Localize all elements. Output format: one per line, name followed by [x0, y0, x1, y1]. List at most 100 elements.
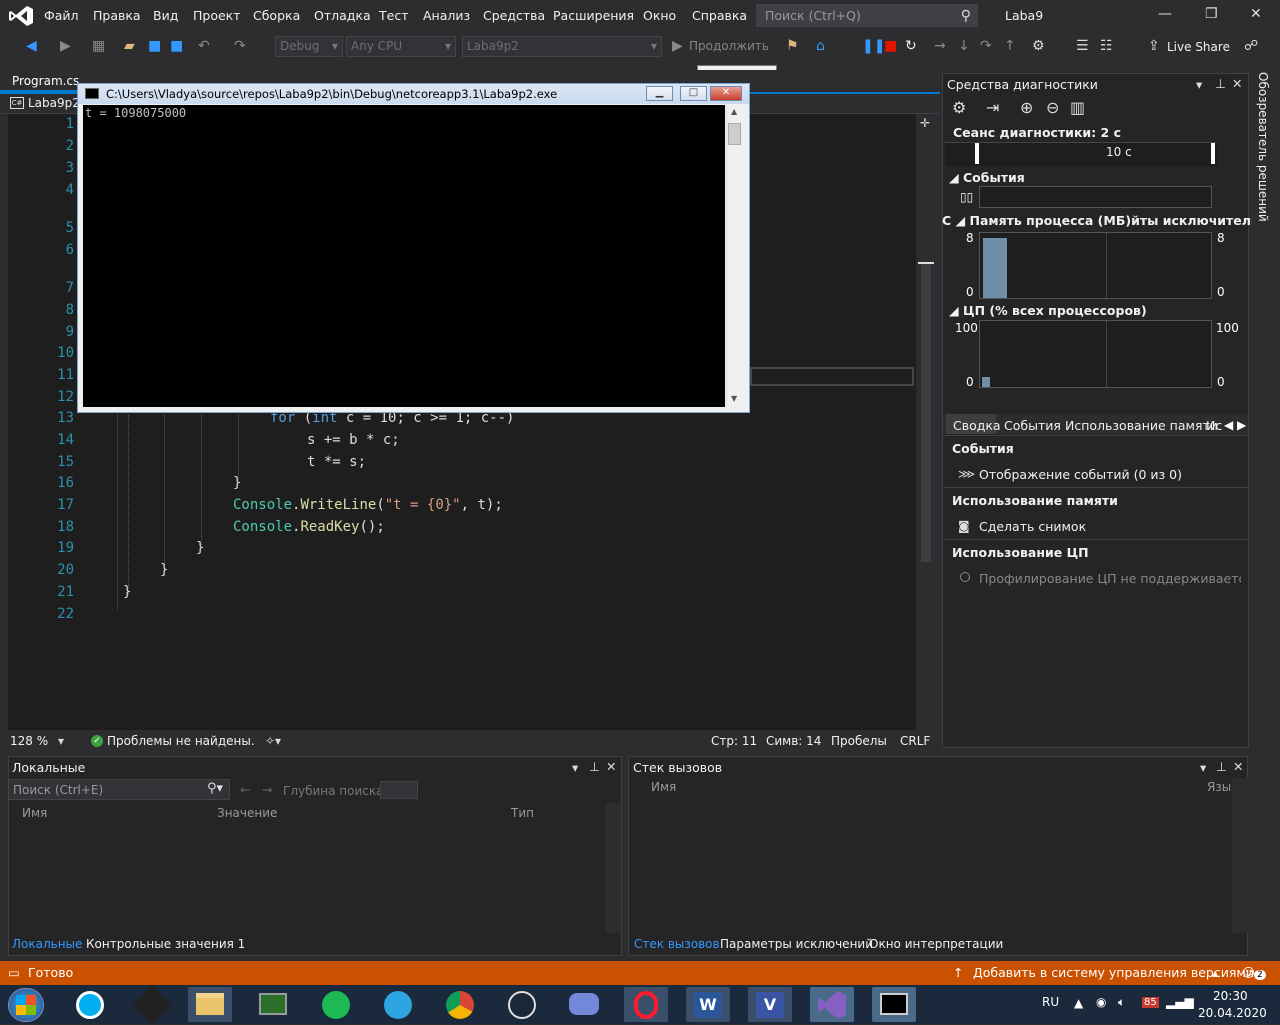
- chevron-down-icon[interactable]: ▾: [58, 734, 64, 748]
- file-explorer-icon[interactable]: [188, 987, 232, 1022]
- chevron-up-icon[interactable]: ▴: [1212, 965, 1218, 980]
- feedback-icon[interactable]: ☍: [1244, 38, 1258, 54]
- pause-events-icon[interactable]: ▯▯: [960, 190, 973, 204]
- play-icon[interactable]: ▶: [672, 38, 683, 54]
- menu-item[interactable]: Отладка: [314, 8, 371, 23]
- panel-close-icon[interactable]: ✕: [606, 759, 616, 774]
- col-type[interactable]: Тип: [511, 806, 534, 820]
- pin-icon[interactable]: ⊥: [589, 759, 600, 774]
- skype-icon[interactable]: [68, 987, 112, 1022]
- col-indicator[interactable]: Симв: 14: [766, 734, 821, 748]
- panel-menu-icon[interactable]: ▾: [1196, 77, 1202, 92]
- search-depth-dropdown[interactable]: [380, 781, 418, 799]
- undo-icon[interactable]: ↶: [198, 38, 210, 54]
- diagnostics-tab[interactable]: Сводка: [953, 418, 1001, 433]
- locals-scrollbar[interactable]: [605, 803, 621, 933]
- pin-icon[interactable]: ⊥: [1216, 759, 1227, 774]
- app-icon[interactable]: [130, 985, 174, 1025]
- timeline-end-handle[interactable]: [1211, 143, 1215, 164]
- search-forward-icon[interactable]: →: [262, 782, 272, 797]
- panel-close-icon[interactable]: ✕: [1233, 759, 1243, 774]
- live-share-icon[interactable]: ⇪: [1148, 38, 1160, 54]
- chrome-icon[interactable]: [438, 987, 482, 1022]
- menu-item[interactable]: Вид: [153, 8, 178, 23]
- pause-icon[interactable]: ❚❚: [862, 38, 885, 54]
- task-manager-icon[interactable]: [251, 987, 295, 1022]
- zoom-in-icon[interactable]: ⊕: [1020, 98, 1033, 117]
- telegram-icon[interactable]: [376, 987, 420, 1022]
- line-indicator[interactable]: Стр: 11: [711, 734, 757, 748]
- tray-badge[interactable]: 85: [1142, 997, 1159, 1008]
- continue-button[interactable]: Продолжить: [689, 39, 769, 53]
- cpu-section[interactable]: ◢ ЦП (% всех процессоров): [949, 303, 1147, 318]
- editor-scrollbar[interactable]: [916, 114, 936, 730]
- tab-watch[interactable]: Контрольные значения 1: [86, 937, 245, 951]
- solution-explorer-tab[interactable]: Обозреватель решений: [1256, 72, 1270, 222]
- console-close-button[interactable]: ✕: [710, 86, 742, 101]
- callstack-scrollbar[interactable]: [1232, 778, 1248, 933]
- menu-item[interactable]: Справка: [692, 8, 747, 23]
- save-icon[interactable]: ■: [148, 38, 161, 54]
- menu-item[interactable]: Средства: [483, 8, 545, 23]
- show-next-statement-icon[interactable]: →: [934, 38, 946, 54]
- spotify-icon[interactable]: [314, 987, 358, 1022]
- col-name[interactable]: Имя: [651, 780, 676, 794]
- process-icon[interactable]: ⚑: [786, 38, 799, 54]
- console-minimize-button[interactable]: ▁: [646, 86, 673, 101]
- word-icon[interactable]: W: [686, 987, 730, 1022]
- tab-exception-settings[interactable]: Параметры исключений: [720, 937, 873, 951]
- diagnostics-tab[interactable]: Ис: [1206, 418, 1222, 433]
- scroll-up-icon[interactable]: ▲: [731, 107, 737, 116]
- visual-studio-logo-icon[interactable]: [8, 5, 34, 27]
- visio-icon[interactable]: V: [748, 987, 792, 1022]
- col-value[interactable]: Значение: [217, 806, 277, 820]
- eol-indicator[interactable]: CRLF: [900, 734, 930, 748]
- panel-menu-icon[interactable]: ▾: [572, 760, 578, 775]
- tab-scroll-right-icon[interactable]: ▶: [1237, 418, 1246, 432]
- project-dropdown[interactable]: Laba9p2: [462, 36, 662, 57]
- redo-icon[interactable]: ↷: [234, 38, 246, 54]
- tab-locals[interactable]: Локальные: [12, 937, 82, 951]
- search-box[interactable]: Поиск (Ctrl+Q) ⚲: [756, 4, 978, 27]
- tray-chevron-up-icon[interactable]: ▲: [1074, 996, 1083, 1010]
- menu-item[interactable]: Проект: [193, 8, 241, 23]
- export-icon[interactable]: ⇥: [986, 98, 999, 117]
- volume-icon[interactable]: 🔈︎: [1118, 995, 1125, 1010]
- live-share-button[interactable]: Live Share: [1167, 40, 1230, 54]
- discord-tray-icon[interactable]: ◉: [1096, 995, 1106, 1009]
- scroll-down-icon[interactable]: ▼: [731, 394, 737, 403]
- new-project-icon[interactable]: ▦: [92, 38, 105, 54]
- menu-item[interactable]: Тест: [379, 8, 408, 23]
- nav-project[interactable]: Laba9p2: [28, 96, 80, 110]
- menu-item[interactable]: Расширения: [553, 8, 634, 23]
- zoom-level[interactable]: 128 %: [10, 734, 48, 748]
- settings-gear-icon[interactable]: ⚙: [952, 98, 966, 117]
- clock-date[interactable]: 20.04.2020: [1198, 1006, 1267, 1020]
- clock-time[interactable]: 20:30: [1213, 989, 1248, 1003]
- notifications-icon[interactable]: ☺: [1242, 965, 1255, 980]
- diagnostics-icon[interactable]: ⌂: [816, 38, 825, 54]
- cleanup-icon[interactable]: ✧▾: [265, 734, 281, 748]
- diagnostics-tab[interactable]: Использование памяти: [1065, 418, 1218, 433]
- step-over-icon[interactable]: ↷: [980, 38, 992, 54]
- menu-item[interactable]: Сборка: [253, 8, 300, 23]
- forward-icon[interactable]: ▶: [60, 38, 71, 54]
- reset-zoom-icon[interactable]: ▥: [1070, 98, 1085, 117]
- minimize-icon[interactable]: —: [1158, 6, 1172, 22]
- comment-icon[interactable]: ☰: [1076, 38, 1089, 54]
- console-scrollbar[interactable]: [726, 105, 743, 407]
- timeline-start-handle[interactable]: [975, 143, 979, 164]
- search-back-icon[interactable]: ←: [240, 782, 250, 797]
- restore-icon[interactable]: ❐: [1205, 6, 1218, 22]
- visual-studio-taskbar-icon[interactable]: [810, 987, 854, 1022]
- config-dropdown[interactable]: Debug: [275, 36, 343, 57]
- console-output-area[interactable]: [83, 105, 725, 407]
- zoom-out-icon[interactable]: ⊖: [1046, 98, 1059, 117]
- step-out-icon[interactable]: ↑: [1004, 38, 1016, 54]
- tab-immediate-window[interactable]: Окно интерпретации: [869, 937, 1003, 951]
- split-icon[interactable]: ✛: [920, 116, 930, 130]
- col-name[interactable]: Имя: [22, 806, 47, 820]
- panel-close-icon[interactable]: ✕: [1232, 76, 1242, 91]
- console-scroll-thumb[interactable]: [728, 123, 741, 145]
- opera-icon[interactable]: [624, 987, 668, 1022]
